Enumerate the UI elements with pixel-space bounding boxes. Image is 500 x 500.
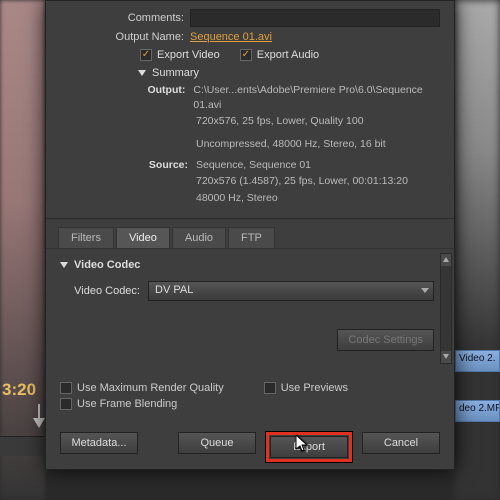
- checkbox-label: Use Frame Blending: [77, 398, 177, 410]
- video-codec-label: Video Codec:: [64, 285, 140, 297]
- checkbox-label: Use Previews: [281, 382, 348, 394]
- checkbox-icon: ✓: [140, 49, 152, 61]
- scroll-down-button[interactable]: [441, 351, 451, 363]
- video-codec-section-toggle[interactable]: Video Codec: [60, 259, 434, 271]
- scroll-up-button[interactable]: [441, 254, 451, 266]
- export-button[interactable]: Export: [270, 436, 348, 458]
- video-codec-select[interactable]: DV PAL: [148, 281, 434, 301]
- chevron-down-icon: [421, 288, 429, 293]
- comments-label: Comments:: [60, 12, 190, 24]
- arrow-down-icon: [443, 354, 449, 359]
- checkbox-label: Use Maximum Render Quality: [77, 382, 224, 394]
- tab-audio[interactable]: Audio: [172, 227, 226, 248]
- comments-input[interactable]: [190, 9, 440, 27]
- chevron-down-icon: [60, 262, 68, 268]
- cancel-button[interactable]: Cancel: [362, 432, 440, 454]
- export-video-checkbox[interactable]: ✓ Export Video: [140, 49, 220, 61]
- max-render-quality-checkbox[interactable]: Use Maximum Render Quality: [60, 382, 224, 394]
- playhead-stem: [38, 404, 40, 418]
- use-previews-checkbox[interactable]: Use Previews: [264, 382, 348, 394]
- checkbox-icon: ✓: [240, 49, 252, 61]
- select-value: DV PAL: [155, 284, 193, 296]
- tab-filters[interactable]: Filters: [58, 227, 114, 248]
- playhead-icon[interactable]: [33, 418, 45, 428]
- checkbox-icon: [60, 398, 72, 410]
- summary-output-audio: Uncompressed, 48000 Hz, Stereo, 16 bit: [196, 137, 386, 152]
- tab-ftp[interactable]: FTP: [228, 227, 275, 248]
- track-row: [0, 436, 45, 456]
- export-settings-dialog: Comments: Output Name: Sequence 01.avi ✓…: [45, 0, 455, 470]
- summary-source-label: Source:: [138, 158, 196, 173]
- output-name-link[interactable]: Sequence 01.avi: [190, 31, 272, 43]
- codec-settings-button[interactable]: Codec Settings: [337, 329, 434, 351]
- chevron-down-icon: [138, 70, 146, 76]
- metadata-button[interactable]: Metadata...: [60, 432, 138, 454]
- export-highlight: Export: [266, 432, 352, 462]
- checkbox-icon: [264, 382, 276, 394]
- frame-blending-checkbox[interactable]: Use Frame Blending: [60, 398, 177, 410]
- tab-video[interactable]: Video: [116, 227, 170, 248]
- summary-output-format: 720x576, 25 fps, Lower, Quality 100: [196, 114, 364, 129]
- arrow-up-icon: [443, 257, 449, 262]
- summary-title: Summary: [152, 67, 199, 79]
- summary-toggle[interactable]: Summary: [138, 67, 440, 79]
- timeline-clip[interactable]: Video 2.: [455, 350, 500, 372]
- scrollbar[interactable]: [440, 253, 452, 364]
- export-audio-checkbox[interactable]: ✓ Export Audio: [240, 49, 319, 61]
- summary-output-label: Output:: [138, 83, 193, 112]
- tab-bar: Filters Video Audio FTP: [46, 219, 454, 248]
- summary-source-format: 720x576 (1.4587), 25 fps, Lower, 00:01:1…: [196, 174, 408, 189]
- timeline-clip[interactable]: deo 2.MP: [455, 400, 500, 422]
- queue-button[interactable]: Queue: [178, 432, 256, 454]
- checkbox-icon: [60, 382, 72, 394]
- section-title: Video Codec: [74, 259, 140, 271]
- summary-source-audio: 48000 Hz, Stereo: [196, 191, 278, 206]
- summary-output-value: C:\User...ents\Adobe\Premiere Pro\6.0\Se…: [193, 83, 440, 112]
- summary-source-value: Sequence, Sequence 01: [196, 158, 311, 173]
- checkbox-label: Export Audio: [257, 49, 319, 61]
- checkbox-label: Export Video: [157, 49, 220, 61]
- output-name-label: Output Name:: [60, 31, 190, 43]
- timeline-timecode[interactable]: 3:20: [2, 380, 36, 400]
